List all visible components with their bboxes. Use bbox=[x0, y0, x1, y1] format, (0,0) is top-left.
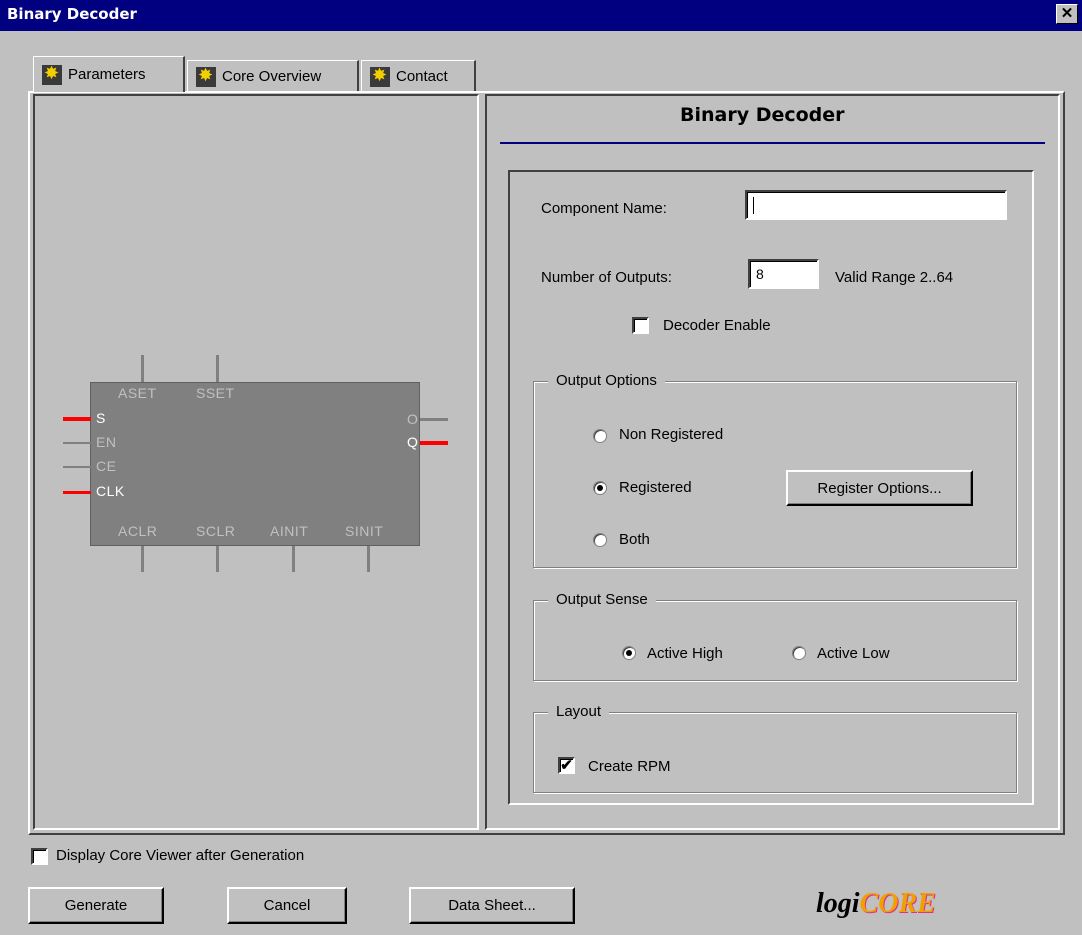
pin-label-sset: SSET bbox=[196, 385, 235, 401]
pin-sclr-line bbox=[216, 546, 219, 572]
pin-clk-line bbox=[63, 491, 91, 494]
pin-label-q: Q bbox=[407, 434, 419, 450]
tab-label: Core Overview bbox=[222, 68, 322, 85]
pin-s-line bbox=[63, 417, 91, 421]
xilinx-core-icon bbox=[196, 65, 216, 87]
radio-non-registered[interactable] bbox=[593, 429, 607, 443]
pin-label-s: S bbox=[96, 410, 106, 426]
pin-sinit-line bbox=[367, 546, 370, 572]
form-heading: Binary Decoder bbox=[680, 104, 845, 126]
logo-text-logi: logi bbox=[816, 888, 860, 919]
close-button[interactable]: ✕ bbox=[1056, 4, 1078, 24]
pin-ainit-line bbox=[292, 546, 295, 572]
radio-registered[interactable] bbox=[593, 481, 607, 495]
valid-range-text: Valid Range 2..64 bbox=[835, 269, 954, 286]
pin-aset-line bbox=[141, 355, 144, 382]
non-registered-label: Non Registered bbox=[619, 426, 724, 443]
close-icon: ✕ bbox=[1060, 5, 1074, 22]
cancel-button[interactable]: Cancel bbox=[227, 887, 347, 924]
pin-label-clk: CLK bbox=[96, 483, 125, 499]
pin-ce-line bbox=[63, 466, 91, 468]
pin-aclr-line bbox=[141, 546, 144, 572]
layout-group: Layout bbox=[533, 703, 1017, 793]
xilinx-core-icon bbox=[370, 65, 390, 87]
display-viewer-label: Display Core Viewer after Generation bbox=[56, 847, 305, 864]
component-name-label: Component Name: bbox=[541, 200, 667, 217]
pin-o-line bbox=[420, 418, 448, 421]
generate-button[interactable]: Generate bbox=[28, 887, 164, 924]
create-rpm-label: Create RPM bbox=[588, 758, 671, 775]
pin-label-ce: CE bbox=[96, 458, 117, 474]
pin-sset-line bbox=[216, 355, 219, 382]
registered-label: Registered bbox=[619, 479, 692, 496]
decoder-enable-label: Decoder Enable bbox=[663, 317, 771, 334]
pin-label-ainit: AINIT bbox=[270, 523, 309, 539]
layout-legend: Layout bbox=[548, 703, 610, 720]
create-rpm-checkbox[interactable]: ✔ bbox=[558, 757, 575, 774]
active-low-label: Active Low bbox=[817, 645, 890, 662]
output-options-legend: Output Options bbox=[548, 372, 665, 389]
pin-en-line bbox=[63, 442, 91, 444]
both-label: Both bbox=[619, 531, 650, 548]
data-sheet-button[interactable]: Data Sheet... bbox=[409, 887, 575, 924]
window-title: Binary Decoder bbox=[7, 5, 137, 23]
decoder-enable-checkbox[interactable] bbox=[632, 317, 649, 334]
output-sense-group: Output Sense bbox=[533, 591, 1017, 681]
tab-core-overview[interactable]: Core Overview bbox=[187, 60, 359, 92]
num-outputs-field[interactable]: 8 bbox=[748, 259, 819, 289]
output-sense-legend: Output Sense bbox=[548, 591, 656, 608]
xilinx-core-icon bbox=[42, 63, 62, 85]
pin-label-o: O bbox=[407, 411, 419, 427]
active-high-label: Active High bbox=[647, 645, 723, 662]
symbol-body bbox=[90, 382, 420, 546]
radio-active-low[interactable] bbox=[792, 646, 806, 660]
heading-rule bbox=[500, 142, 1045, 144]
radio-active-high[interactable] bbox=[622, 646, 636, 660]
pin-label-aclr: ACLR bbox=[118, 523, 158, 539]
tab-label: Contact bbox=[396, 68, 448, 85]
tab-contact[interactable]: Contact bbox=[361, 60, 476, 92]
pin-label-sclr: SCLR bbox=[196, 523, 236, 539]
num-outputs-value: 8 bbox=[756, 266, 764, 282]
title-bar: Binary Decoder ✕ bbox=[0, 0, 1082, 31]
decoder-symbol: ASET SSET S EN CE CLK O Q ACLR SCLR AINI… bbox=[60, 355, 460, 575]
logicore-logo: logiCORE bbox=[816, 888, 936, 920]
component-name-field[interactable] bbox=[745, 190, 1007, 220]
tab-label: Parameters bbox=[68, 66, 146, 83]
register-options-button[interactable]: Register Options... bbox=[786, 470, 973, 506]
logo-text-core: CORE bbox=[859, 888, 936, 919]
tab-parameters[interactable]: Parameters bbox=[33, 56, 185, 92]
pin-q-line bbox=[420, 441, 448, 445]
pin-label-aset: ASET bbox=[118, 385, 157, 401]
pin-label-sinit: SINIT bbox=[345, 523, 384, 539]
display-viewer-checkbox[interactable] bbox=[31, 848, 48, 865]
radio-both[interactable] bbox=[593, 533, 607, 547]
num-outputs-label: Number of Outputs: bbox=[541, 269, 672, 286]
pin-label-en: EN bbox=[96, 434, 117, 450]
